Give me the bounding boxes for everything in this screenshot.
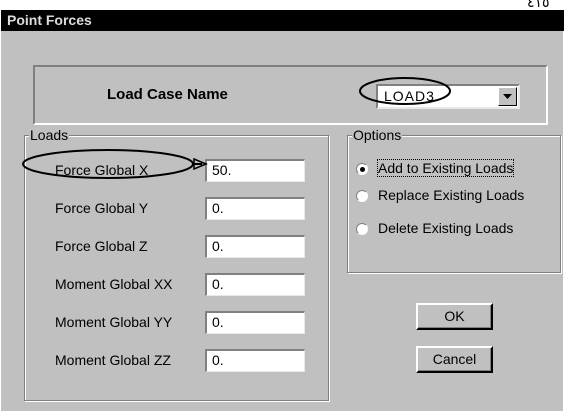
chevron-down-icon[interactable]: [498, 87, 517, 106]
load-case-name-label: Load Case Name: [107, 86, 228, 103]
dialog-title: Point Forces: [1, 10, 564, 31]
load-case-value: LOAD3: [384, 88, 435, 104]
add-to-existing-loads-label: Add to Existing Loads: [376, 159, 515, 177]
force-global-y-field[interactable]: 0.: [205, 197, 305, 220]
loads-group: Loads Force Global X 50. Force Global Y …: [24, 127, 329, 401]
force-global-z-field[interactable]: 0.: [205, 235, 305, 258]
loads-group-title: Loads: [29, 127, 70, 143]
replace-existing-loads-label: Replace Existing Loads: [378, 187, 525, 203]
load-case-dropdown[interactable]: LOAD3: [376, 84, 520, 109]
point-forces-dialog: Point Forces Load Case Name LOAD3 Loads …: [0, 9, 564, 411]
force-global-y-label: Force Global Y: [55, 200, 149, 216]
delete-existing-loads-label: Delete Existing Loads: [378, 220, 514, 236]
force-global-x-label: Force Global X: [55, 162, 149, 178]
options-group-title: Options: [352, 127, 403, 143]
force-global-x-field[interactable]: 50.: [205, 159, 305, 182]
radio-button[interactable]: [356, 190, 368, 202]
moment-global-yy-label: Moment Global YY: [55, 314, 173, 330]
moment-global-xx-label: Moment Global XX: [55, 276, 173, 292]
cancel-button[interactable]: Cancel: [416, 346, 493, 373]
radio-button[interactable]: [356, 163, 368, 175]
radio-button[interactable]: [356, 223, 368, 235]
options-group: Options Add to Existing Loads Replace Ex…: [347, 127, 561, 273]
moment-global-zz-label: Moment Global ZZ: [55, 352, 171, 368]
moment-global-xx-field[interactable]: 0.: [205, 273, 305, 296]
ok-button[interactable]: OK: [416, 303, 493, 330]
radio-selected-dot: [360, 167, 365, 172]
load-case-panel: Load Case Name LOAD3: [33, 65, 548, 125]
moment-global-zz-field[interactable]: 0.: [205, 349, 305, 372]
moment-global-yy-field[interactable]: 0.: [205, 311, 305, 334]
force-global-z-label: Force Global Z: [55, 238, 148, 254]
